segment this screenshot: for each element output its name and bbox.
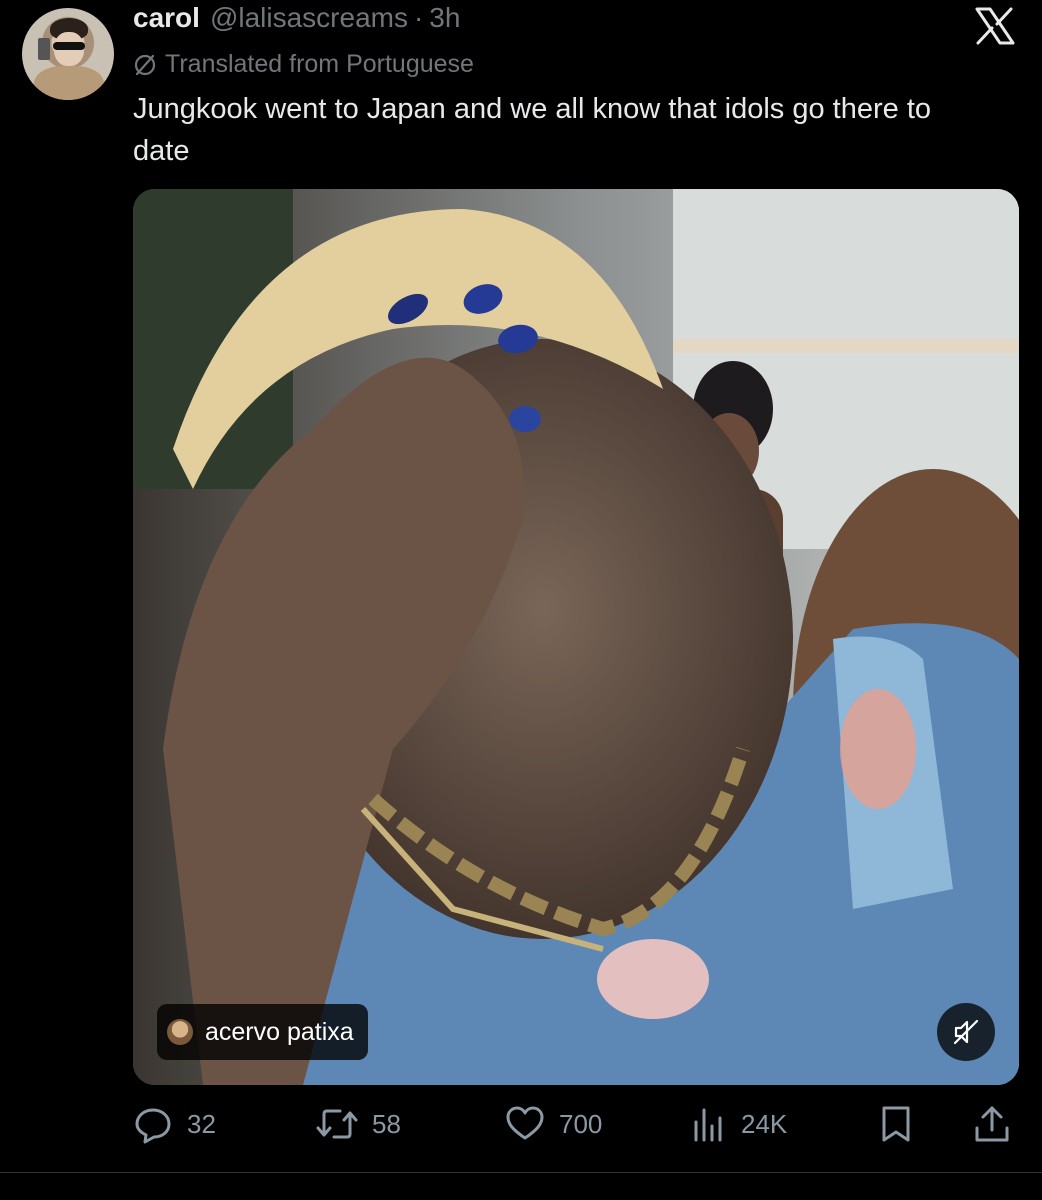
avatar-phone xyxy=(38,38,50,60)
tweet-actions: 32 58 700 24K xyxy=(133,1098,1019,1150)
video-source-pill[interactable]: acervo patixa xyxy=(157,1004,368,1060)
tweet-text: Jungkook went to Japan and we all know t… xyxy=(133,93,932,167)
heart-icon xyxy=(506,1106,544,1140)
mute-button[interactable] xyxy=(937,1003,995,1061)
tweet-divider xyxy=(0,1172,1042,1173)
tweet-header: carol @lalisascreams · 3h xyxy=(133,2,460,38)
source-label: acervo patixa xyxy=(205,1017,354,1046)
tweet-timestamp[interactable]: 3h xyxy=(429,2,460,34)
x-logo[interactable] xyxy=(974,6,1016,46)
reply-count: 32 xyxy=(187,1108,216,1139)
avatar-sunglasses xyxy=(53,42,85,50)
share-icon xyxy=(975,1106,1009,1142)
views-button[interactable]: 24K xyxy=(691,1098,787,1150)
translation-note[interactable]: Translated from Portuguese xyxy=(133,50,474,79)
author-avatar[interactable] xyxy=(22,8,114,100)
like-button[interactable]: 700 xyxy=(505,1098,602,1150)
muted-speaker-icon xyxy=(953,1019,979,1045)
share-button[interactable] xyxy=(973,1098,1025,1150)
like-count: 700 xyxy=(559,1108,603,1139)
globe-slash-icon xyxy=(134,54,156,75)
reply-button[interactable]: 32 xyxy=(133,1098,216,1150)
retweet-icon xyxy=(316,1109,358,1139)
separator-dot: · xyxy=(413,2,424,33)
bookmark-button[interactable] xyxy=(878,1098,928,1150)
retweet-button[interactable]: 58 xyxy=(316,1098,401,1150)
reply-icon xyxy=(135,1108,171,1144)
translation-label: Translated from Portuguese xyxy=(165,50,474,78)
views-count: 24K xyxy=(741,1108,788,1139)
video-frame xyxy=(133,189,1019,1085)
avatar-body xyxy=(34,66,104,100)
source-avatar xyxy=(167,1019,193,1045)
retweet-count: 58 xyxy=(372,1108,401,1139)
bookmark-icon xyxy=(882,1106,910,1142)
author-handle[interactable]: @lalisascreams xyxy=(210,2,408,34)
views-icon xyxy=(694,1108,722,1142)
author-display-name[interactable]: carol xyxy=(133,2,200,34)
tweet-video[interactable]: acervo patixa xyxy=(133,189,1019,1085)
